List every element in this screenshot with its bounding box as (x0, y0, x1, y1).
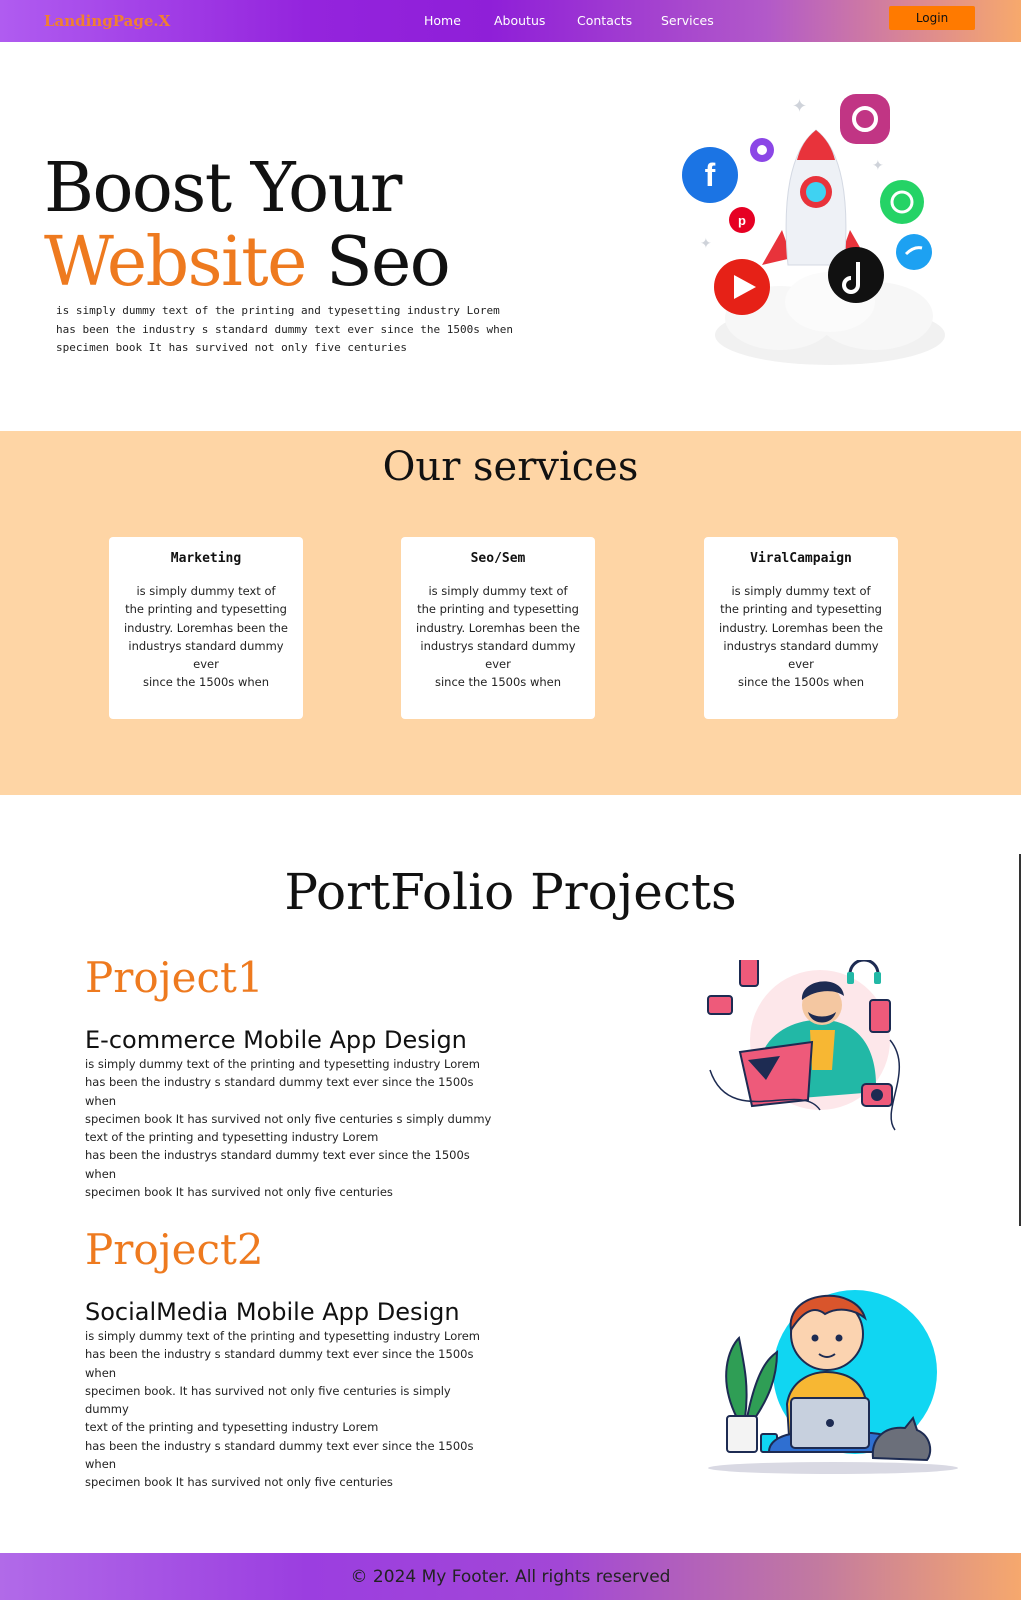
brand-logo[interactable]: LandingPage.X (44, 12, 170, 30)
hero-title-line1: Boost Your (44, 149, 402, 228)
hero-title-line2: Website Seo (44, 223, 451, 302)
card-text-line: the printing and typesetting (125, 602, 287, 617)
service-card-title: ViralCampaign (750, 551, 852, 566)
nav-link-aboutus[interactable]: Aboutus (494, 13, 545, 28)
photo-icon (707, 995, 733, 1015)
headphones-icon (847, 960, 881, 984)
footer: © 2024 My Footer. All rights reserved (0, 1553, 1021, 1600)
hero-description: is simply dummy text of the printing and… (56, 302, 556, 358)
project-desc-line: has been the industry s standard dummy t… (85, 1347, 474, 1380)
eye (811, 1334, 819, 1342)
facebook-icon: f (682, 147, 738, 203)
project-desc-line: specimen book It has survived not only f… (85, 1185, 393, 1200)
nav-link-services[interactable]: Services (661, 13, 714, 28)
hero-desc-line: is simply dummy text of the printing and… (56, 304, 500, 317)
project-desc-line: specimen book It has survived not only f… (85, 1475, 393, 1490)
service-card-text: is simply dummy text of the printing and… (714, 582, 888, 692)
instagram-icon (840, 94, 890, 144)
card-text-line: since the 1500s when (434, 675, 562, 690)
card-text-line: industrys standard dummy ever (420, 638, 576, 672)
project2-name: SocialMedia Mobile App Design (85, 1298, 460, 1326)
sparkle-icon: ✦ (792, 96, 807, 117)
svg-text:p: p (738, 213, 746, 228)
card-text-line: since the 1500s when (142, 675, 270, 690)
card-text-line: is simply dummy text of (731, 584, 871, 598)
services-section: Our services Marketing is simply dummy t… (0, 431, 1021, 795)
messenger-icon (750, 138, 774, 162)
project2-label: Project2 (85, 1225, 264, 1274)
project-desc-line: specimen book It has survived not only f… (85, 1111, 492, 1126)
project1-name: E-commerce Mobile App Design (85, 1026, 467, 1054)
project1-description: is simply dummy text of the printing and… (85, 1055, 495, 1201)
hero-title: Boost Your Website Seo (44, 149, 451, 302)
rocket-social-illustration: f p ✦ ✦ ✦ (682, 94, 945, 365)
service-card-title: Seo/Sem (470, 551, 526, 566)
login-button[interactable]: Login (889, 6, 975, 30)
project-desc-line: has been the industry s standard dummy t… (85, 1438, 474, 1472)
card-text-line: industry. Loremhas been the (123, 620, 289, 635)
project-desc-line: has been the industry s standard dummy t… (85, 1075, 474, 1108)
card-text-line: the printing and typesetting (417, 602, 579, 617)
project-desc-line: is simply dummy text of the printing and… (85, 1329, 480, 1343)
svg-text:f: f (705, 157, 716, 193)
portfolio-title: PortFolio Projects (284, 863, 737, 921)
boy-laptop-illustration (708, 1290, 958, 1474)
card-text-line: industry. Loremhas been the (718, 620, 884, 635)
card-text-line: the printing and typesetting (720, 602, 882, 617)
services-title: Our services (382, 444, 639, 490)
whatsapp-icon (880, 180, 924, 224)
tablet (738, 1040, 814, 1108)
card-text-line: since the 1500s when (737, 675, 865, 690)
plant-pot (726, 1415, 758, 1453)
project2-description: is simply dummy text of the printing and… (85, 1327, 495, 1492)
sparkle-icon: ✦ (700, 236, 712, 252)
rocket-window-glass (806, 182, 826, 202)
hero-title-accent: Website (44, 223, 307, 302)
project-desc-line: is simply dummy text of the printing and… (85, 1057, 480, 1071)
camera-icon (861, 1083, 893, 1107)
service-card-seo-sem[interactable]: Seo/Sem is simply dummy text of the prin… (401, 537, 595, 719)
phone-icon (869, 999, 891, 1033)
nav-link-contacts[interactable]: Contacts (577, 13, 632, 28)
designer-tablet-illustration (707, 960, 901, 1131)
floor-shadow (708, 1462, 958, 1474)
sparkle-icon: ✦ (872, 158, 884, 174)
youtube-icon (714, 259, 770, 315)
service-card-viralcampaign[interactable]: ViralCampaign is simply dummy text of th… (704, 537, 898, 719)
footer-text: © 2024 My Footer. All rights reserved (350, 1567, 671, 1587)
twitter-icon (896, 234, 932, 270)
card-text-line: is simply dummy text of (428, 584, 568, 598)
hero-desc-line: specimen book It has survived not only f… (56, 341, 407, 354)
service-card-title: Marketing (170, 551, 242, 566)
eye (835, 1334, 843, 1342)
music-player-icon (739, 960, 759, 987)
person-shirt (810, 1030, 835, 1070)
plant-leaves (725, 1335, 779, 1419)
project-desc-line: text of the printing and typesetting ind… (85, 1130, 379, 1145)
project-desc-line: specimen book. It has survived not only … (85, 1383, 451, 1417)
service-card-text: is simply dummy text of the printing and… (119, 582, 293, 692)
navbar: LandingPage.X Home Aboutus Contacts Serv… (0, 0, 1021, 42)
service-card-marketing[interactable]: Marketing is simply dummy text of the pr… (109, 537, 303, 719)
tiktok-icon (828, 247, 884, 303)
service-card-text: is simply dummy text of the printing and… (411, 582, 585, 692)
card-text-line: is simply dummy text of (136, 584, 276, 598)
hero-title-rest: Seo (325, 223, 451, 302)
laptop-logo (826, 1419, 834, 1427)
project-desc-line: has been the industrys standard dummy te… (85, 1148, 470, 1181)
hero-desc-line: has been the industry s standard dummy t… (56, 322, 513, 336)
card-text-line: industrys standard dummy ever (128, 638, 284, 672)
card-text-line: industry. Loremhas been the (415, 620, 581, 635)
pinterest-icon: p (729, 207, 755, 233)
project1-label: Project1 (85, 953, 264, 1002)
card-text-line: industrys standard dummy ever (723, 638, 879, 672)
nav-link-home[interactable]: Home (424, 13, 461, 28)
project-desc-line: text of the printing and typesetting ind… (85, 1420, 379, 1435)
